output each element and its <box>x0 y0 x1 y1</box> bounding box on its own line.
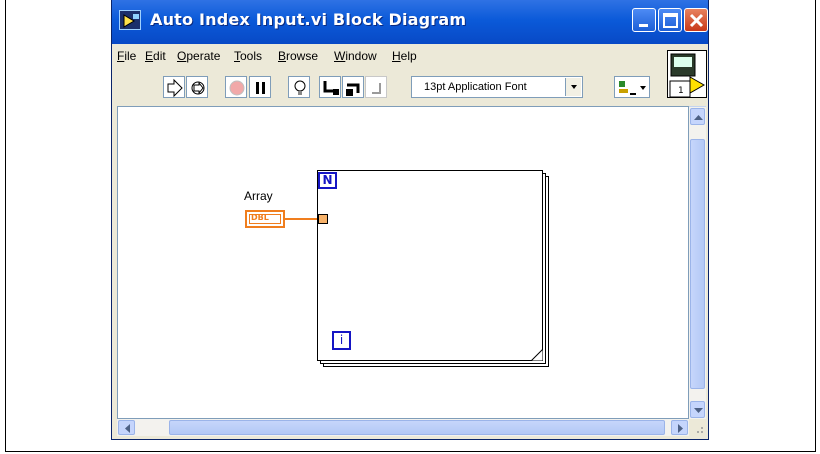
horizontal-scrollbar[interactable] <box>117 419 689 436</box>
vertical-scroll-thumb[interactable] <box>690 139 705 389</box>
vi-icon <box>119 10 141 30</box>
vi-connector-icon[interactable]: 1 <box>667 50 707 98</box>
scroll-down-icon[interactable] <box>690 401 705 418</box>
menu-bar: File Edit Operate Tools Browse Window He… <box>117 47 657 67</box>
menu-help[interactable]: Help <box>392 49 417 63</box>
run-continuous-icon[interactable] <box>186 76 208 98</box>
font-select[interactable]: 13pt Application Font <box>411 76 583 98</box>
font-select-value: 13pt Application Font <box>424 81 527 93</box>
menu-operate[interactable]: Operate <box>177 49 220 63</box>
title-bar[interactable]: Auto Index Input.vi Block Diagram <box>112 0 708 44</box>
highlight-execution-icon[interactable] <box>288 76 310 98</box>
menu-browse[interactable]: Browse <box>278 49 318 63</box>
maximize-button[interactable] <box>658 8 682 32</box>
resize-grip-icon[interactable] <box>689 419 706 436</box>
menu-edit[interactable]: Edit <box>145 49 166 63</box>
scroll-left-icon[interactable] <box>118 420 135 435</box>
step-over-icon[interactable] <box>342 76 364 98</box>
block-diagram-window: Auto Index Input.vi Block Diagram File E… <box>111 0 709 440</box>
scroll-right-icon[interactable] <box>671 420 688 435</box>
loop-resize-corner-icon[interactable] <box>531 349 543 361</box>
menu-tools[interactable]: Tools <box>234 49 262 63</box>
window-title: Auto Index Input.vi Block Diagram <box>150 10 467 29</box>
toolbar: 13pt Application Font <box>112 68 708 106</box>
orange-wire[interactable] <box>285 218 317 220</box>
horizontal-scroll-thumb[interactable] <box>169 420 665 435</box>
step-out-icon[interactable] <box>365 76 387 98</box>
abort-icon[interactable] <box>225 76 247 98</box>
close-button[interactable] <box>684 8 708 32</box>
menu-window[interactable]: Window <box>334 49 377 63</box>
scroll-up-icon[interactable] <box>690 108 705 125</box>
menu-file[interactable]: File <box>117 49 136 63</box>
pause-icon[interactable] <box>249 76 271 98</box>
step-into-icon[interactable] <box>319 76 341 98</box>
context-help-number: 1 <box>678 86 684 96</box>
auto-index-tunnel[interactable] <box>318 214 328 224</box>
loop-iteration-terminal[interactable]: i <box>332 331 351 350</box>
loop-count-terminal[interactable]: N <box>318 172 337 189</box>
diagram-canvas[interactable]: Array DBL N i <box>117 106 689 419</box>
run-arrow-icon[interactable] <box>163 76 185 98</box>
align-objects-button[interactable] <box>614 76 650 98</box>
chevron-down-icon[interactable] <box>565 78 581 96</box>
array-control-label: Array <box>244 189 273 203</box>
minimize-button[interactable] <box>632 8 656 32</box>
vertical-scrollbar[interactable] <box>689 106 706 419</box>
array-terminal[interactable]: DBL <box>245 210 285 228</box>
array-terminal-type: DBL <box>251 213 269 222</box>
